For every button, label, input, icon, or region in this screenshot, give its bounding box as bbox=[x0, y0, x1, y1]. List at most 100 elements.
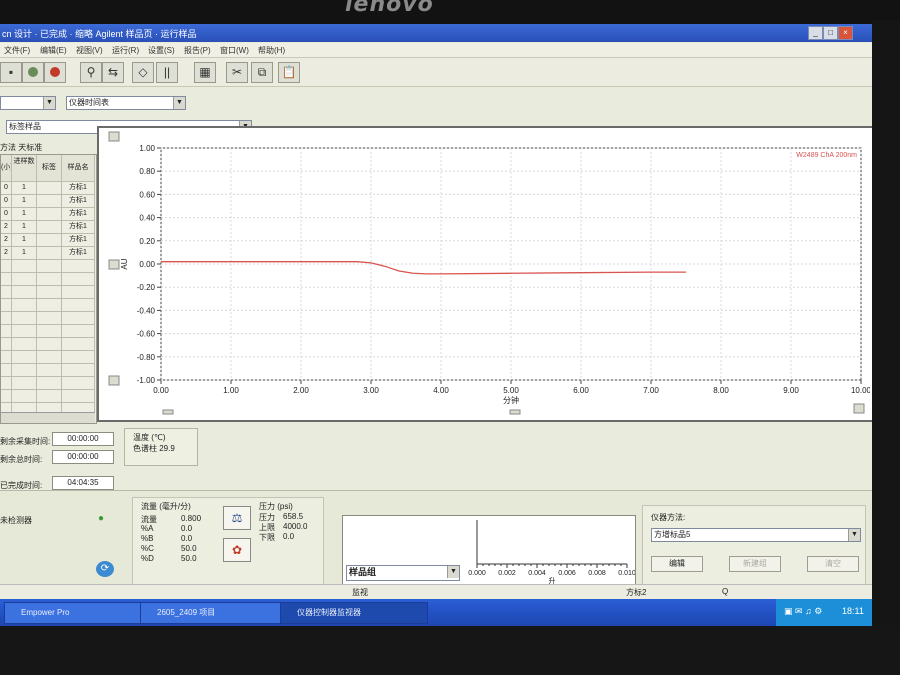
pump-icon[interactable]: ⚖ bbox=[223, 506, 251, 530]
menu-help[interactable]: 帮助(H) bbox=[258, 45, 285, 56]
pressure-row-value: 658.5 bbox=[283, 512, 304, 521]
table-row[interactable]: 0 1 方标1 bbox=[1, 181, 95, 195]
maximize-button[interactable]: □ bbox=[823, 26, 838, 40]
x-tick-label: 10.00 bbox=[851, 386, 870, 395]
taskbar-item-project[interactable]: 2605_2409 项目 bbox=[140, 602, 290, 624]
mini-x-tick-label: 0.008 bbox=[588, 570, 606, 577]
new-group-button[interactable]: 新建组 bbox=[729, 556, 781, 572]
table-cell bbox=[37, 298, 62, 311]
minimize-button[interactable]: _ bbox=[808, 26, 823, 40]
table-row[interactable] bbox=[1, 337, 95, 351]
table-cell bbox=[37, 233, 62, 246]
table-cell bbox=[62, 389, 95, 402]
col-header: 标签 bbox=[37, 155, 62, 181]
table-cell: 1 bbox=[12, 220, 37, 233]
inject-icon[interactable]: ⚲ bbox=[80, 62, 102, 83]
gradient-icon[interactable]: || bbox=[156, 62, 178, 83]
x-tick-label: 3.00 bbox=[363, 386, 379, 395]
table-cell bbox=[37, 363, 62, 376]
method-label: 方法 天标准 bbox=[0, 143, 43, 152]
table-cell bbox=[37, 285, 62, 298]
y-tick-label: 0.40 bbox=[139, 214, 155, 223]
table-row[interactable]: 2 1 方标1 bbox=[1, 233, 95, 247]
table-cell bbox=[1, 376, 12, 389]
menu-window[interactable]: 窗口(W) bbox=[220, 45, 249, 56]
menu-settings[interactable]: 设置(S) bbox=[148, 45, 175, 56]
menu-edit[interactable]: 编辑(E) bbox=[40, 45, 67, 56]
close-button[interactable]: × bbox=[838, 26, 853, 40]
taskbar-item-empower[interactable]: Empower Pro bbox=[4, 602, 142, 624]
chevron-down-icon[interactable]: ▼ bbox=[43, 97, 55, 109]
table-cell bbox=[1, 337, 12, 350]
table-row[interactable] bbox=[1, 311, 95, 325]
table-row[interactable] bbox=[1, 285, 95, 299]
sample-group-combo[interactable]: 样品组 ▼ bbox=[346, 565, 460, 581]
table-cell bbox=[62, 298, 95, 311]
table-row[interactable] bbox=[1, 350, 95, 364]
copy-icon[interactable]: ⧉ bbox=[251, 62, 273, 83]
cut-icon[interactable]: ✂ bbox=[226, 62, 248, 83]
col-header: 进样数 bbox=[12, 155, 37, 181]
table-row[interactable] bbox=[1, 363, 95, 377]
record-icon[interactable] bbox=[22, 62, 44, 83]
mode-combo-value: 仪器时间表 bbox=[69, 98, 109, 107]
stop-icon[interactable] bbox=[44, 62, 66, 83]
menu-run[interactable]: 运行(R) bbox=[112, 45, 139, 56]
flow-row-value: 50.0 bbox=[181, 554, 197, 563]
sample-combo-value: 标签样品 bbox=[9, 122, 41, 131]
left-combo[interactable]: ▼ bbox=[0, 96, 56, 110]
system-tray: ▣ ✉ ♫ ⚙ 18:11 bbox=[776, 599, 872, 626]
table-cell: 1 bbox=[12, 194, 37, 207]
paste-icon[interactable]: 📋 bbox=[278, 62, 300, 83]
table-cell bbox=[12, 259, 37, 272]
edit-button[interactable]: 编辑 bbox=[651, 556, 703, 572]
chromatogram-chart: 0.00 1.00 2.00 3.00 4.00 5.00 6.00 7.00 8.00 9.00… bbox=[108, 131, 872, 415]
clear-button[interactable]: 清空 bbox=[807, 556, 859, 572]
horizontal-scrollbar[interactable] bbox=[1, 412, 95, 423]
valve-icon[interactable]: ✿ bbox=[223, 538, 251, 562]
table-cell bbox=[37, 207, 62, 220]
table-row[interactable]: 2 1 方标1 bbox=[1, 220, 95, 234]
window-title: cn 设计 · 已完成 · 缩略 Agilent 样品页 · 运行样品 bbox=[2, 29, 197, 39]
chevron-down-icon[interactable]: ▼ bbox=[447, 566, 459, 578]
table-icon[interactable]: ▦ bbox=[194, 62, 216, 83]
mode-combo[interactable]: 仪器时间表 ▼ bbox=[66, 96, 186, 110]
menu-view[interactable]: 视图(V) bbox=[76, 45, 103, 56]
table-row[interactable] bbox=[1, 376, 95, 390]
table-row[interactable] bbox=[1, 298, 95, 312]
status-right: Q bbox=[722, 587, 729, 596]
clock: 18:11 bbox=[842, 606, 864, 616]
chevron-down-icon[interactable]: ▼ bbox=[848, 529, 860, 541]
y-tick-label: 0.00 bbox=[139, 260, 155, 269]
chevron-down-icon[interactable]: ▼ bbox=[173, 97, 185, 109]
column-icon[interactable]: ◇ bbox=[132, 62, 154, 83]
table-cell: 方标1 bbox=[62, 194, 95, 207]
pump-panel: 流量 (毫升/分) 流量 0.800 %A 0.0 %B 0.0 %C 50.0 %D 50.0 … bbox=[132, 497, 324, 591]
instrument-method-value: 方增标品5 bbox=[654, 530, 691, 539]
save-icon[interactable]: ▪ bbox=[0, 62, 22, 83]
instrument-method-combo[interactable]: 方增标品5 ▼ bbox=[651, 528, 861, 542]
table-row[interactable] bbox=[1, 324, 95, 338]
x-tick-label: 5.00 bbox=[503, 386, 519, 395]
refresh-icon[interactable]: ⟳ bbox=[96, 561, 114, 577]
mini-x-tick-label: 0.006 bbox=[558, 570, 576, 577]
menu-report[interactable]: 报告(P) bbox=[184, 45, 211, 56]
table-cell bbox=[37, 376, 62, 389]
y-tick-label: -0.60 bbox=[137, 330, 156, 339]
flow-icon[interactable]: ⇆ bbox=[102, 62, 124, 83]
table-cell bbox=[12, 363, 37, 376]
menu-file[interactable]: 文件(F) bbox=[4, 45, 30, 56]
table-row[interactable] bbox=[1, 389, 95, 403]
y-tick-label: -0.20 bbox=[137, 283, 156, 292]
taskbar-item-monitor[interactable]: 仪器控制器监视器 bbox=[280, 602, 428, 624]
table-row[interactable]: 2 1 方标1 bbox=[1, 246, 95, 260]
table-row[interactable]: 0 1 方标1 bbox=[1, 194, 95, 208]
table-row[interactable] bbox=[1, 259, 95, 273]
screen: cn 设计 · 已完成 · 缩略 Agilent 样品页 · 运行样品 _ □ … bbox=[0, 24, 872, 626]
table-cell bbox=[1, 311, 12, 324]
table-row[interactable] bbox=[1, 272, 95, 286]
table-cell bbox=[62, 363, 95, 376]
flow-row-value: 0.800 bbox=[181, 514, 202, 523]
sample-group-value: 样品组 bbox=[349, 567, 377, 577]
table-row[interactable]: 0 1 方标1 bbox=[1, 207, 95, 221]
